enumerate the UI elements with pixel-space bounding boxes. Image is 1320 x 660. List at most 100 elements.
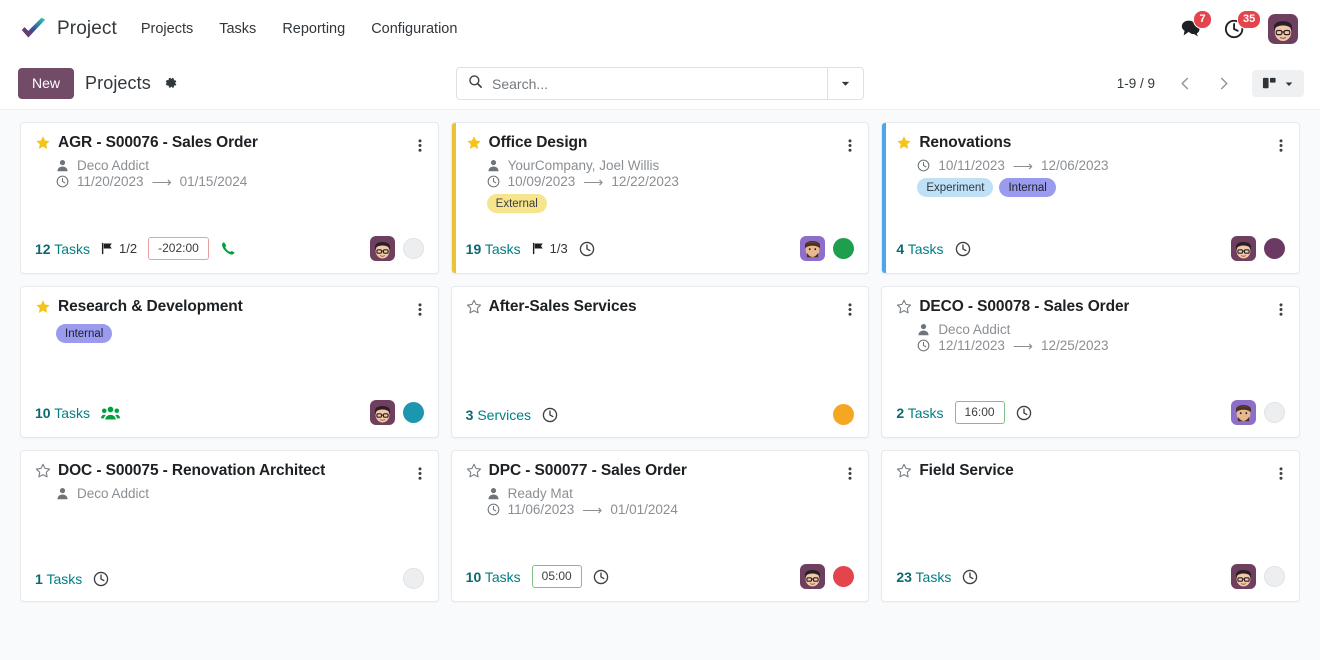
kanban-card[interactable]: Research & Development Internal 10 Tasks [20,286,439,438]
search-input-wrap[interactable] [457,68,827,99]
assignee-avatar[interactable] [1230,400,1256,425]
card-menu-icon[interactable] [1271,464,1285,483]
kanban-card[interactable]: DPC - S00077 - Sales Order Ready Mat 11/06… [450,450,870,602]
card-task-count[interactable]: 10 Tasks [35,405,90,421]
nav-item-projects[interactable]: Projects [139,17,195,41]
search-input[interactable] [492,75,819,92]
card-title-wrap: DECO - S00078 - Sales Order [896,298,1271,316]
clock-icon[interactable] [579,241,595,257]
card-time-badge[interactable]: 05:00 [531,565,582,588]
clock-icon[interactable] [93,571,109,587]
card-tag[interactable]: External [486,194,547,214]
card-menu-icon[interactable] [840,464,854,483]
card-status-dot[interactable] [1263,566,1285,587]
kanban-card[interactable]: DECO - S00078 - Sales Order Deco Addict 12… [881,286,1300,438]
kanban-card[interactable]: Office Design YourCompany, Joel Willis 10/… [450,122,870,274]
card-menu-icon[interactable] [840,300,854,319]
star-outline-icon[interactable] [466,463,482,479]
messages-icon[interactable]: 7 [1180,10,1212,40]
clock-icon[interactable] [955,241,971,257]
clock-icon[interactable] [542,407,558,423]
card-status-dot[interactable] [402,402,424,423]
card-task-count[interactable]: 19 Tasks [466,241,521,257]
card-header: Office Design [466,134,855,155]
card-task-count[interactable]: 1 Tasks [35,571,82,587]
star-outline-icon[interactable] [35,463,51,479]
clock-icon [917,339,930,352]
card-menu-icon[interactable] [410,136,424,155]
person-icon [917,323,930,336]
card-partner-row: Deco Addict [56,486,424,501]
phone-icon[interactable] [220,240,237,257]
card-partner: Ready Mat [507,486,573,501]
card-task-count[interactable]: 3 Services [466,407,531,423]
star-outline-icon[interactable] [466,299,482,315]
new-button[interactable]: New [18,68,75,99]
card-footer-right [800,564,855,589]
avatar[interactable] [1268,14,1298,44]
kanban-card[interactable]: Field Service 23 Tasks [881,450,1300,602]
nav-item-tasks[interactable]: Tasks [217,17,258,41]
card-tag[interactable]: Internal [56,324,113,344]
card-status-dot[interactable] [833,566,855,587]
card-status-dot[interactable] [402,238,424,259]
card-title-wrap: After-Sales Services [466,298,841,316]
assignee-avatar[interactable] [369,400,395,425]
assignee-avatar[interactable] [800,236,826,261]
search-view[interactable] [456,67,864,100]
users-icon[interactable] [101,405,121,421]
card-status-dot[interactable] [1263,402,1285,423]
kanban-card[interactable]: After-Sales Services 3 Services [450,286,870,438]
kanban-column: Office Design YourCompany, Joel Willis 10/… [445,122,876,286]
card-task-count[interactable]: 4 Tasks [896,241,943,257]
search-dropdown-toggle[interactable] [827,68,863,99]
star-outline-icon[interactable] [896,463,912,479]
card-menu-icon[interactable] [1271,300,1285,319]
assignee-avatar[interactable] [369,236,395,261]
kanban-card[interactable]: AGR - S00076 - Sales Order Deco Addict 11/… [20,122,439,274]
card-status-dot[interactable] [402,568,424,589]
card-status-dot[interactable] [833,238,855,259]
star-filled-icon[interactable] [896,135,912,151]
clock-icon[interactable] [1016,405,1032,421]
view-switcher[interactable] [1252,70,1304,97]
pager-previous-button[interactable] [1168,68,1202,99]
clock-icon[interactable] [593,569,609,585]
pager-next-button[interactable] [1206,68,1240,99]
card-status-dot[interactable] [1263,238,1285,259]
kanban-card[interactable]: DOC - S00075 - Renovation Architect Deco … [20,450,439,602]
check-logo-icon[interactable] [18,14,48,44]
card-menu-icon[interactable] [410,300,424,319]
card-menu-icon[interactable] [410,464,424,483]
card-task-count[interactable]: 23 Tasks [896,569,951,585]
star-filled-icon[interactable] [466,135,482,151]
assignee-avatar[interactable] [1230,564,1256,589]
brand-name[interactable]: Project [57,18,117,40]
card-partner: Deco Addict [938,322,1011,337]
nav-item-reporting[interactable]: Reporting [280,17,347,41]
nav-item-configuration[interactable]: Configuration [369,17,459,41]
assignee-avatar[interactable] [800,564,826,589]
card-time-badge[interactable]: 16:00 [954,401,1005,424]
star-filled-icon[interactable] [35,135,51,151]
card-tag[interactable]: Experiment [917,178,994,198]
assignee-avatar[interactable] [1230,236,1256,261]
card-tags: Experiment Internal [917,178,1285,198]
clock-activity-icon[interactable]: 35 [1224,10,1262,40]
card-task-count-value: 19 [465,240,482,257]
card-task-count[interactable]: 2 Tasks [896,405,943,421]
kanban-card[interactable]: Renovations 10/11/2023 ⟶ 12/06/2023 Experime… [881,122,1300,274]
card-menu-icon[interactable] [840,136,854,155]
card-time-badge[interactable]: -202:00 [148,237,209,260]
card-menu-icon[interactable] [1271,136,1285,155]
star-filled-icon[interactable] [35,299,51,315]
top-navbar: Project Projects Tasks Reporting Configu… [0,0,1320,58]
card-status-dot[interactable] [833,404,855,425]
card-task-count[interactable]: 12 Tasks [35,241,90,257]
card-task-count-value: 1 [35,570,43,587]
card-task-count[interactable]: 10 Tasks [466,569,521,585]
star-outline-icon[interactable] [896,299,912,315]
clock-icon[interactable] [962,569,978,585]
card-tag[interactable]: Internal [999,178,1056,198]
gear-icon[interactable] [162,74,180,92]
